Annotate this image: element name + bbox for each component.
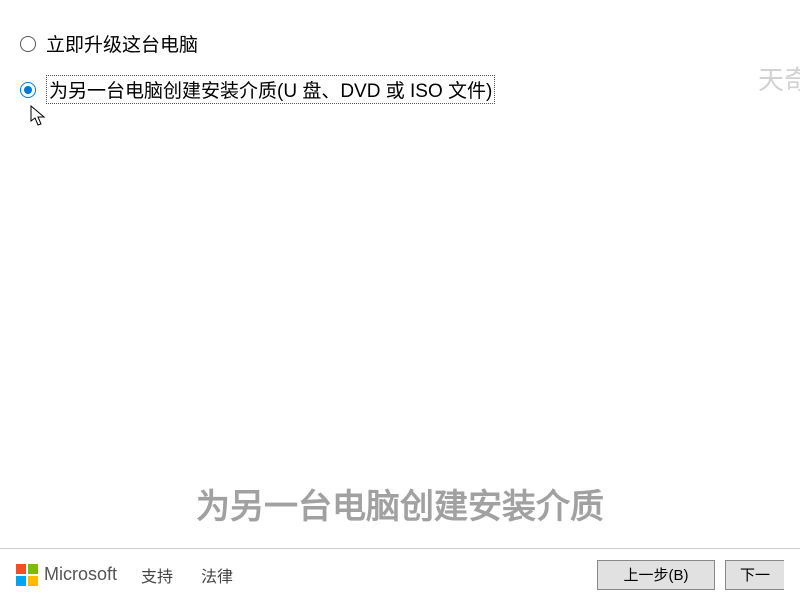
legal-link[interactable]: 法律 xyxy=(201,563,233,587)
option-create-media[interactable]: 为另一台电脑创建安装介质(U 盘、DVD 或 ISO 文件) xyxy=(20,75,780,104)
footer-buttons: 上一步(B) 下一 xyxy=(597,560,784,590)
footer-bar: Microsoft 支持 法律 上一步(B) 下一 xyxy=(0,548,800,600)
option-create-media-label: 为另一台电脑创建安装介质(U 盘、DVD 或 ISO 文件) xyxy=(46,75,495,104)
watermark-text: 天奇 xyxy=(758,60,800,97)
microsoft-logo: Microsoft xyxy=(16,564,117,586)
microsoft-logo-text: Microsoft xyxy=(44,564,117,585)
next-button[interactable]: 下一 xyxy=(725,560,784,590)
microsoft-logo-icon xyxy=(16,564,38,586)
video-subtitle: 为另一台电脑创建安装介质 xyxy=(196,479,604,528)
options-area: 立即升级这台电脑 为另一台电脑创建安装介质(U 盘、DVD 或 ISO 文件) xyxy=(0,0,800,104)
radio-checked-icon xyxy=(20,82,36,98)
cursor-icon xyxy=(30,105,48,127)
back-button[interactable]: 上一步(B) xyxy=(597,560,715,590)
radio-unchecked-icon xyxy=(20,36,36,52)
support-link[interactable]: 支持 xyxy=(141,563,173,587)
option-upgrade-this-pc[interactable]: 立即升级这台电脑 xyxy=(20,30,780,57)
option-upgrade-label: 立即升级这台电脑 xyxy=(46,30,198,57)
